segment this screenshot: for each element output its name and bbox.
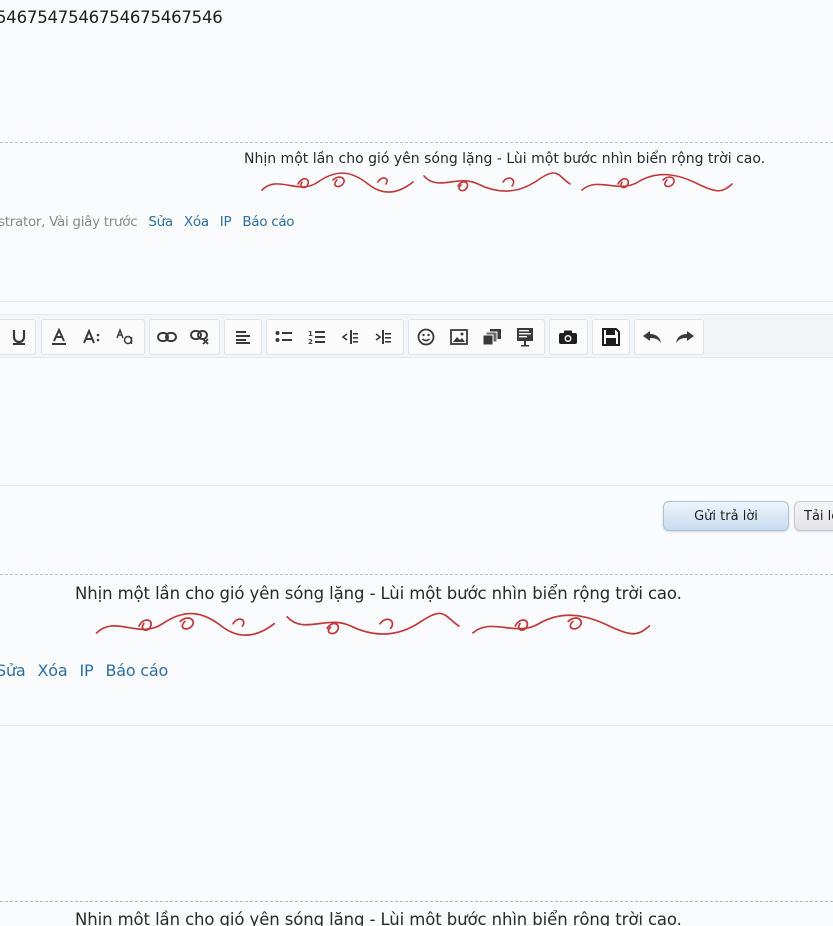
undo-icon[interactable] <box>635 320 668 354</box>
svg-text:1: 1 <box>308 330 313 338</box>
toolbar-group-save <box>592 319 630 355</box>
report-post-link[interactable]: Báo cáo <box>242 214 294 230</box>
bullet-list-icon[interactable] <box>267 320 300 354</box>
image-icon[interactable] <box>442 320 475 354</box>
delete-post-link[interactable]: Xóa <box>38 661 68 680</box>
font-size-icon[interactable] <box>75 320 108 354</box>
font-color-icon[interactable] <box>42 320 75 354</box>
toolbar-group-list: 12 <box>266 319 404 355</box>
svg-text:2: 2 <box>308 338 313 345</box>
link-icon[interactable] <box>150 320 183 354</box>
section-divider <box>0 725 833 726</box>
report-post-link[interactable]: Báo cáo <box>105 661 168 680</box>
signature-divider <box>0 574 833 575</box>
indent-icon[interactable] <box>366 320 399 354</box>
toolbar-group-align <box>224 319 262 355</box>
submit-reply-button[interactable]: Gửi trả lời <box>663 501 789 531</box>
redo-icon[interactable] <box>668 320 701 354</box>
toolbar-group-history <box>634 319 704 355</box>
upload-button[interactable]: Tải lê <box>794 501 833 531</box>
signature-flourish-image <box>95 612 651 636</box>
reply-editor-textarea[interactable] <box>0 358 833 486</box>
editor-toolbar: 12 <box>0 314 833 358</box>
align-icon[interactable] <box>226 320 259 354</box>
section-divider <box>0 301 833 302</box>
ip-link[interactable]: IP <box>79 661 93 680</box>
toolbar-group-insert <box>408 319 545 355</box>
toolbar-group-camera <box>549 319 588 355</box>
signature-text: Nhịn một lần cho gió yên sóng lặng - Lùi… <box>75 584 682 603</box>
camera-icon[interactable] <box>551 320 584 354</box>
unlink-icon[interactable] <box>183 320 216 354</box>
toolbar-group-format <box>0 319 36 355</box>
ip-link[interactable]: IP <box>220 214 232 230</box>
insert-icon[interactable] <box>508 320 541 354</box>
post-meta: strator, Vài giây trước Sửa Xóa IP Báo cáo <box>0 214 295 230</box>
delete-post-link[interactable]: Xóa <box>184 214 209 230</box>
edit-post-link[interactable]: Sửa <box>148 214 173 230</box>
underline-icon[interactable] <box>2 320 35 354</box>
edit-post-link[interactable]: Sửa <box>0 661 26 680</box>
save-icon[interactable] <box>594 320 627 354</box>
signature-text: Nhịn một lần cho gió yên sóng lặng - Lùi… <box>75 910 682 926</box>
post-author-time: strator, Vài giây trước <box>0 214 138 230</box>
numbered-list-icon[interactable]: 12 <box>300 320 333 354</box>
toolbar-group-font <box>41 319 145 355</box>
outdent-icon[interactable] <box>333 320 366 354</box>
signature-divider <box>0 142 833 143</box>
signature-divider <box>0 901 833 902</box>
post-message-text: 5467547546754675467546 <box>0 8 223 27</box>
post-actions: Sửa Xóa IP Báo cáo <box>0 661 180 680</box>
media-icon[interactable] <box>475 320 508 354</box>
font-family-icon[interactable] <box>108 320 141 354</box>
signature-flourish-image <box>261 172 733 193</box>
smiley-icon[interactable] <box>409 320 442 354</box>
signature-text: Nhịn một lần cho gió yên sóng lặng - Lùi… <box>244 151 766 167</box>
forum-thread-page: 5467547546754675467546 Nhịn một lần cho … <box>0 0 833 926</box>
toolbar-group-link <box>149 319 220 355</box>
